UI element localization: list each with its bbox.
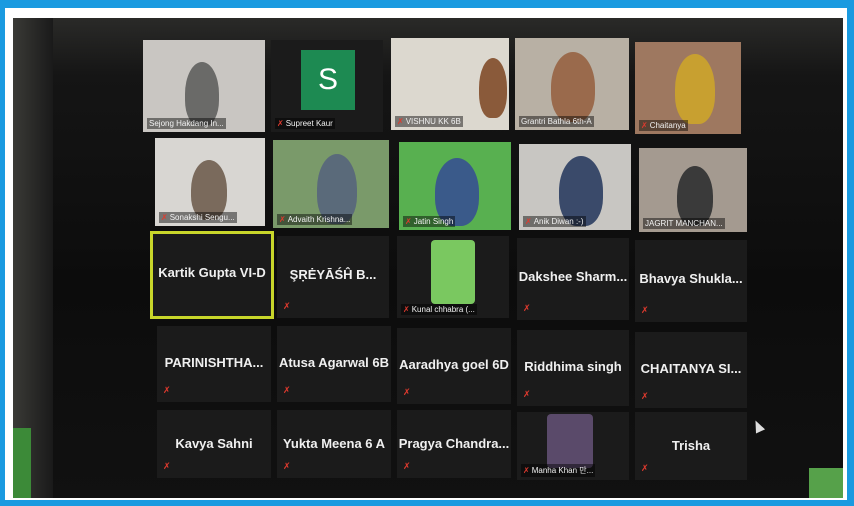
participant-tile[interactable]: Dakshee Sharm... ✗ [517, 238, 629, 320]
muted-mic-icon: ✗ [163, 385, 171, 395]
participant-name: Trisha [671, 437, 711, 453]
muted-mic-icon: ✗ [405, 217, 412, 226]
participant-tile[interactable]: ✗ Advaith Krishna... [273, 140, 389, 228]
participant-video [185, 62, 219, 126]
background-plant [13, 428, 31, 498]
participant-name: ✗ VISHNU KK 6B [395, 116, 463, 127]
participant-name: Bhavya Shukla... [639, 271, 743, 287]
participant-name: ✗ Chaitanya [639, 120, 688, 131]
participant-video [479, 58, 507, 118]
muted-mic-icon: ✗ [277, 119, 284, 128]
participant-name: JAGRIT MANCHAN... [643, 218, 725, 229]
participant-name: PARINISHTHA... [164, 354, 264, 370]
monitor-photo: Sejong Hakdang In... S ✗ Supreet Kaur ✗ VI… [13, 18, 843, 498]
participant-tile[interactable]: ✗ VISHNU KK 6B [391, 38, 509, 130]
participant-tile[interactable]: Grantri Bathla 6th-A [515, 38, 629, 130]
participant-tile[interactable]: Trisha ✗ [635, 412, 747, 480]
participant-video [431, 240, 475, 304]
participant-tile[interactable]: Aaradhya goel 6D ✗ [397, 328, 511, 404]
muted-mic-icon: ✗ [279, 215, 286, 224]
participant-tile[interactable]: ✗ Kunal chhabra (... [397, 236, 509, 318]
participant-name: Grantri Bathla 6th-A [519, 116, 594, 127]
participant-tile[interactable]: Pragya Chandra... ✗ [397, 410, 511, 478]
muted-mic-icon: ✗ [523, 303, 531, 313]
participant-name: ✗ Sonakshi Sengu... [159, 212, 237, 223]
participant-tile[interactable]: ✗ Jatin Singh [399, 142, 511, 230]
participant-name: Aaradhya goel 6D [399, 356, 509, 372]
muted-mic-icon: ✗ [403, 461, 411, 471]
participant-tile[interactable]: ✗ Anik Diwan :-) [519, 144, 631, 230]
muted-mic-icon: ✗ [163, 461, 171, 471]
participant-name: ✗ Jatin Singh [403, 216, 456, 227]
participant-tile[interactable]: ŞṚĖYĀŚĤ B... ✗ [277, 236, 389, 318]
participant-tile[interactable]: Atusa Agarwal 6B ✗ [277, 326, 391, 402]
participant-tile-active-speaker[interactable]: Kartik Gupta VI-D [150, 231, 274, 319]
muted-mic-icon: ✗ [283, 301, 291, 311]
participant-name: Atusa Agarwal 6B [278, 354, 390, 370]
participant-tile[interactable]: ✗ Sonakshi Sengu... [155, 138, 265, 226]
participant-video [551, 52, 595, 122]
muted-mic-icon: ✗ [523, 389, 531, 399]
muted-mic-icon: ✗ [403, 305, 410, 314]
background-plant-right [809, 468, 843, 498]
participant-tile[interactable]: S ✗ Supreet Kaur [271, 40, 383, 132]
muted-mic-icon: ✗ [641, 463, 649, 473]
left-bezel [13, 18, 53, 498]
participant-name: Riddhima singh [524, 358, 622, 374]
muted-mic-icon: ✗ [283, 385, 291, 395]
muted-mic-icon: ✗ [641, 121, 648, 130]
participant-name: ✗ Kunal chhabra (... [401, 304, 477, 315]
muted-mic-icon: ✗ [523, 466, 530, 475]
muted-mic-icon: ✗ [641, 305, 649, 315]
participant-name: ✗ Manha Khan 만... [521, 464, 596, 477]
photo-frame: Sejong Hakdang In... S ✗ Supreet Kaur ✗ VI… [5, 8, 847, 500]
participant-video [677, 166, 713, 226]
participant-video [547, 414, 593, 468]
participant-name: Pragya Chandra... [398, 435, 510, 451]
participant-tile[interactable]: Yukta Meena 6 A ✗ [277, 410, 391, 478]
participant-name: ✗ Advaith Krishna... [277, 214, 353, 225]
meeting-gallery-view: Sejong Hakdang In... S ✗ Supreet Kaur ✗ VI… [123, 30, 813, 480]
participant-tile[interactable]: JAGRIT MANCHAN... [639, 148, 747, 232]
participant-tile[interactable]: ✗ Chaitanya [635, 42, 741, 134]
muted-mic-icon: ✗ [161, 213, 168, 222]
participant-tile[interactable]: PARINISHTHA... ✗ [157, 326, 271, 402]
participant-video [191, 160, 227, 220]
participant-video [675, 54, 715, 124]
participant-name: Yukta Meena 6 A [282, 435, 386, 451]
participant-name: ŞṚĖYĀŚĤ B... [289, 267, 377, 283]
participant-name: CHAITANYA SI... [640, 360, 742, 376]
participant-tile[interactable]: CHAITANYA SI... ✗ [635, 332, 747, 408]
participant-name: Kartik Gupta VI-D [158, 265, 266, 281]
participant-tile[interactable]: Bhavya Shukla... ✗ [635, 240, 747, 322]
participant-tile[interactable]: ✗ Manha Khan 만... [517, 412, 629, 480]
participant-name: ✗ Anik Diwan :-) [523, 216, 586, 227]
participant-tile[interactable]: Kavya Sahni ✗ [157, 410, 271, 478]
participant-name: Sejong Hakdang In... [147, 118, 226, 129]
participant-name: Kavya Sahni [175, 435, 253, 451]
muted-mic-icon: ✗ [525, 217, 532, 226]
participant-tile[interactable]: Riddhima singh ✗ [517, 330, 629, 406]
muted-mic-icon: ✗ [283, 461, 291, 471]
participant-tile[interactable]: Sejong Hakdang In... [143, 40, 265, 132]
muted-mic-icon: ✗ [397, 117, 404, 126]
muted-mic-icon: ✗ [403, 387, 411, 397]
avatar: S [301, 50, 355, 110]
participant-name: Dakshee Sharm... [518, 269, 628, 285]
participant-name: ✗ Supreet Kaur [275, 118, 335, 129]
muted-mic-icon: ✗ [641, 391, 649, 401]
